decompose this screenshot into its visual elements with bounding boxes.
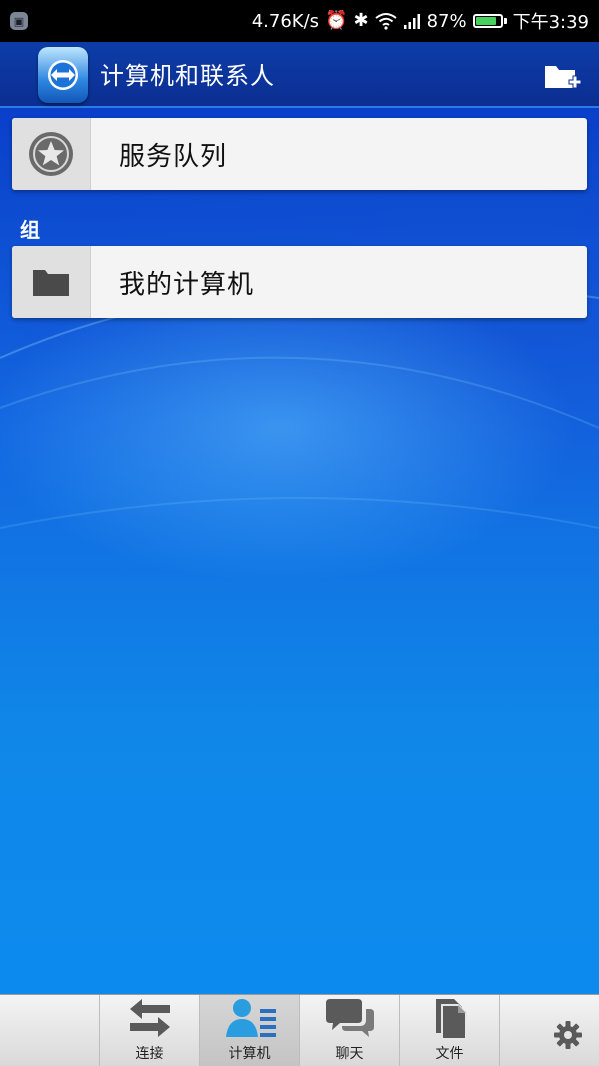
group-label: 我的计算机 [119, 269, 255, 300]
tab-label: 文件 [435, 1046, 464, 1062]
app-header: 计算机和联系人 [0, 42, 599, 108]
add-folder-icon[interactable] [543, 60, 583, 94]
service-queue-item[interactable]: 服务队列 [12, 118, 587, 190]
chat-bubbles-icon [325, 999, 374, 1037]
tab-connect[interactable]: 连接 [100, 995, 200, 1066]
clock: 下午3:39 [512, 12, 589, 33]
contacts-icon [225, 999, 276, 1037]
service-queue-label: 服务队列 [119, 141, 228, 172]
content-area: 服务队列 组 我的计算机 [0, 108, 599, 994]
battery-fill [475, 17, 497, 25]
swap-arrows-icon [129, 999, 170, 1037]
documents-icon [435, 999, 467, 1040]
tab-label: 连接 [135, 1046, 164, 1062]
tab-label: 聊天 [335, 1046, 364, 1062]
tab-chat[interactable]: 聊天 [300, 995, 400, 1066]
alarm-icon: ⏰ [325, 10, 348, 31]
tab-computers[interactable]: 计算机 [200, 995, 300, 1066]
group-section-label: 组 [20, 218, 40, 242]
status-bar: ▣ 4.76K/s ⏰ ✱ 87% 下午3:39 [0, 0, 599, 42]
group-item-my-computers[interactable]: 我的计算机 [12, 246, 587, 318]
notification-icon: ▣ [10, 12, 28, 30]
page-title: 计算机和联系人 [100, 62, 275, 90]
battery-icon [472, 14, 507, 28]
teamviewer-logo [38, 47, 88, 103]
settings-button[interactable] [500, 995, 599, 1066]
folder-icon [33, 270, 69, 296]
wifi-icon [374, 13, 397, 30]
network-speed: 4.76K/s [251, 10, 320, 32]
background-swoosh [0, 281, 599, 529]
tab-label: 计算机 [228, 1046, 271, 1062]
tab-bar-spacer [0, 995, 100, 1066]
bluetooth-icon: ✱ [353, 10, 369, 31]
bottom-tab-bar: 连接 计算机 聊天 文件 [0, 994, 599, 1066]
gear-icon [554, 1020, 582, 1049]
battery-percent: 87% [426, 10, 467, 32]
group-icon-box [12, 246, 91, 318]
tab-files[interactable]: 文件 [400, 995, 500, 1066]
star-badge-icon [29, 132, 73, 176]
signal-icon [403, 14, 420, 29]
service-queue-icon-box [12, 118, 91, 190]
